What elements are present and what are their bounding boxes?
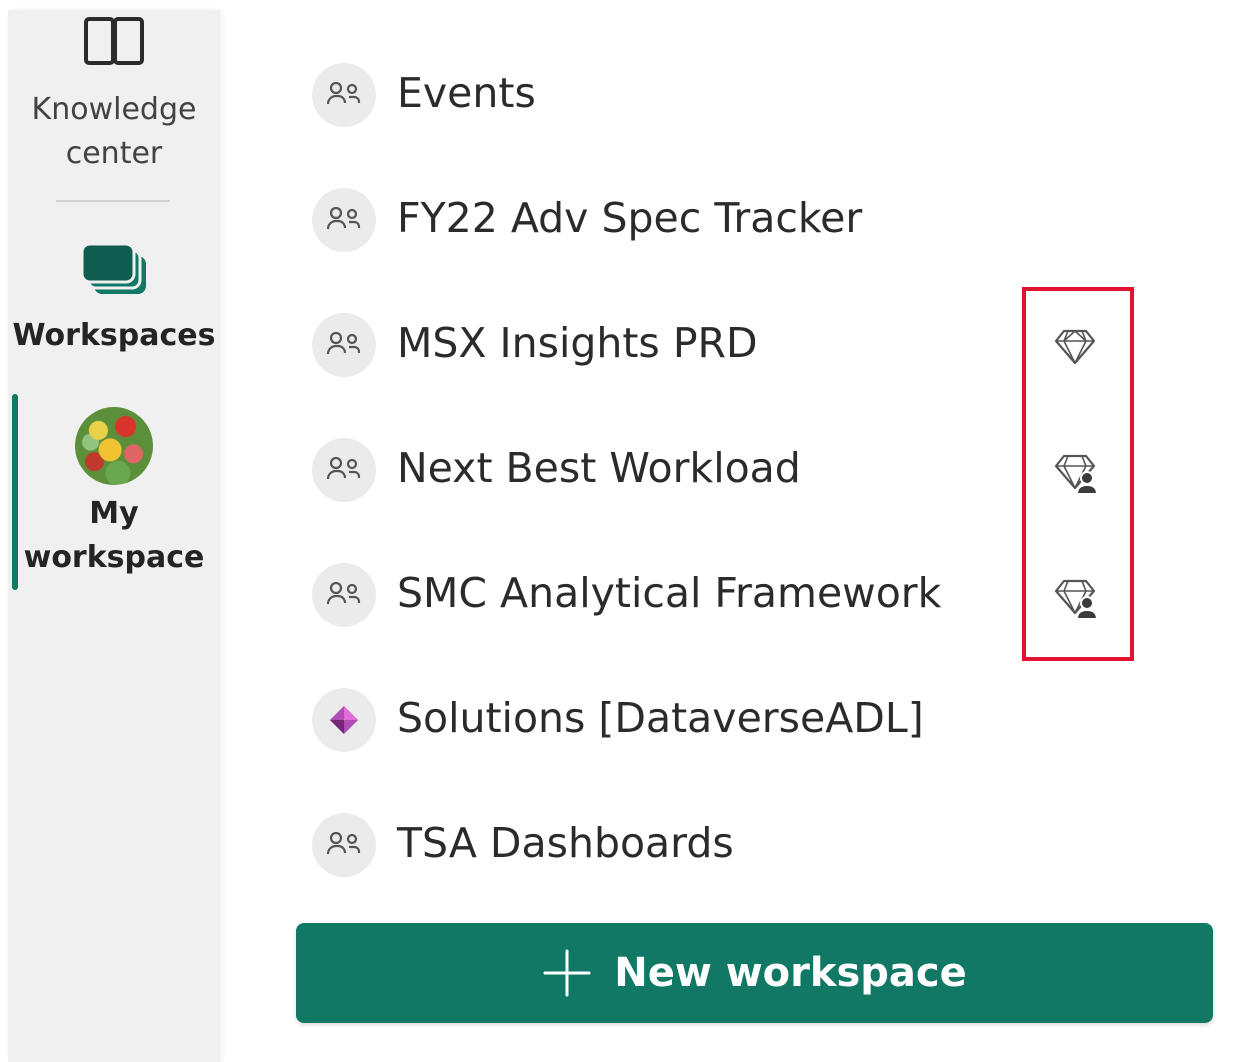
new-workspace-button[interactable]: New workspace (296, 923, 1213, 1023)
workspace-name: Events (397, 69, 536, 117)
workspace-name: FY22 Adv Spec Tracker (397, 194, 863, 242)
workspace-item-next-best-workload[interactable]: Next Best Workload (312, 434, 1132, 504)
workspace-item-solutions-dataverseadl[interactable]: Solutions [DataverseADL] (312, 684, 1132, 754)
nav-label-line: workspace (23, 540, 205, 575)
nav-label-line: My (89, 496, 139, 531)
nav-label-line: Knowledge (31, 92, 197, 127)
nav-my-workspace-label: My workspace (8, 492, 220, 580)
people-icon (312, 563, 376, 627)
nav-label-line: Workspaces (12, 318, 216, 353)
workspace-item-msx-insights-prd[interactable]: MSX Insights PRD (312, 309, 1132, 379)
workspace-name: SMC Analytical Framework (397, 569, 942, 617)
nav-knowledge-center-label: Knowledge center (8, 88, 220, 176)
nav-knowledge-center[interactable]: Knowledge center (8, 10, 220, 190)
people-icon (312, 438, 376, 502)
workspace-item-smc-analytical-framework[interactable]: SMC Analytical Framework (312, 559, 1132, 629)
workspace-item-events[interactable]: Events (312, 59, 1132, 129)
nav-workspaces-label: Workspaces (8, 314, 220, 358)
workspace-name: Solutions [DataverseADL] (397, 694, 924, 742)
people-icon (312, 313, 376, 377)
workspace-name: Next Best Workload (397, 444, 801, 492)
workspaces-stack-icon (80, 242, 146, 294)
people-icon (312, 63, 376, 127)
nav-workspaces[interactable]: Workspaces (8, 225, 220, 375)
nav-label-line: center (65, 136, 163, 171)
left-nav-rail: Knowledge center Workspaces My workspace (8, 10, 220, 1062)
people-icon (312, 813, 376, 877)
workspace-item-fy22-adv-spec-tracker[interactable]: FY22 Adv Spec Tracker (312, 184, 1132, 254)
workspace-name: TSA Dashboards (397, 819, 734, 867)
people-icon (312, 188, 376, 252)
workspace-name: MSX Insights PRD (397, 319, 758, 367)
my-workspace-avatar (75, 407, 153, 485)
premium-icons-highlight-box (1022, 287, 1134, 661)
top-strip (0, 0, 1255, 10)
workspace-item-tsa-dashboards[interactable]: TSA Dashboards (312, 809, 1132, 879)
plus-icon (543, 949, 591, 997)
new-workspace-label: New workspace (614, 950, 967, 996)
nav-my-workspace[interactable]: My workspace (8, 395, 220, 595)
power-apps-icon (312, 688, 376, 752)
book-open-icon (84, 17, 144, 65)
nav-divider (56, 200, 170, 202)
